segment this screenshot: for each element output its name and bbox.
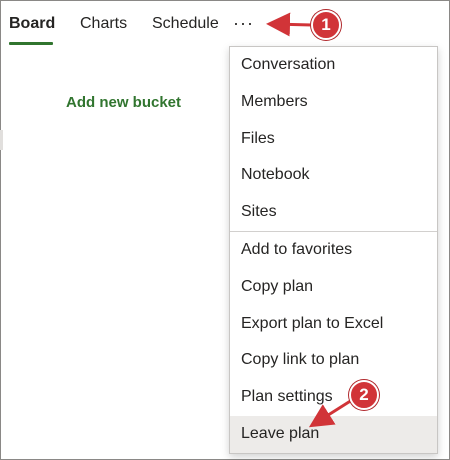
tab-board[interactable]: Board [9,14,55,34]
tab-schedule[interactable]: Schedule [152,14,219,34]
menu-item-copy-plan[interactable]: Copy plan [230,269,437,306]
menu-item-files[interactable]: Files [230,121,437,158]
callout-badge-2: 2 [349,380,379,410]
menu-item-leave-plan[interactable]: Leave plan [230,415,437,453]
add-new-bucket-link[interactable]: Add new bucket [66,94,181,111]
menu-item-export-plan-to-excel[interactable]: Export plan to Excel [230,306,437,343]
tab-charts[interactable]: Charts [80,14,127,34]
menu-item-members[interactable]: Members [230,84,437,121]
menu-item-add-to-favorites[interactable]: Add to favorites [230,232,437,269]
more-options-icon[interactable]: ··· [233,13,254,33]
menu-item-notebook[interactable]: Notebook [230,157,437,194]
column-edge [0,130,3,150]
menu-item-conversation[interactable]: Conversation [230,47,437,84]
menu-group-navigation: Conversation Members Files Notebook Site… [230,47,437,231]
callout-badge-1: 1 [311,10,341,40]
menu-item-plan-settings[interactable]: Plan settings [230,379,437,416]
active-tab-underline [9,42,53,45]
more-options-menu: Conversation Members Files Notebook Site… [229,46,438,454]
menu-group-actions: Add to favorites Copy plan Export plan t… [230,230,437,453]
tab-bar: Board Charts Schedule ··· [0,0,450,50]
menu-item-copy-link-to-plan[interactable]: Copy link to plan [230,342,437,379]
menu-item-sites[interactable]: Sites [230,194,437,231]
